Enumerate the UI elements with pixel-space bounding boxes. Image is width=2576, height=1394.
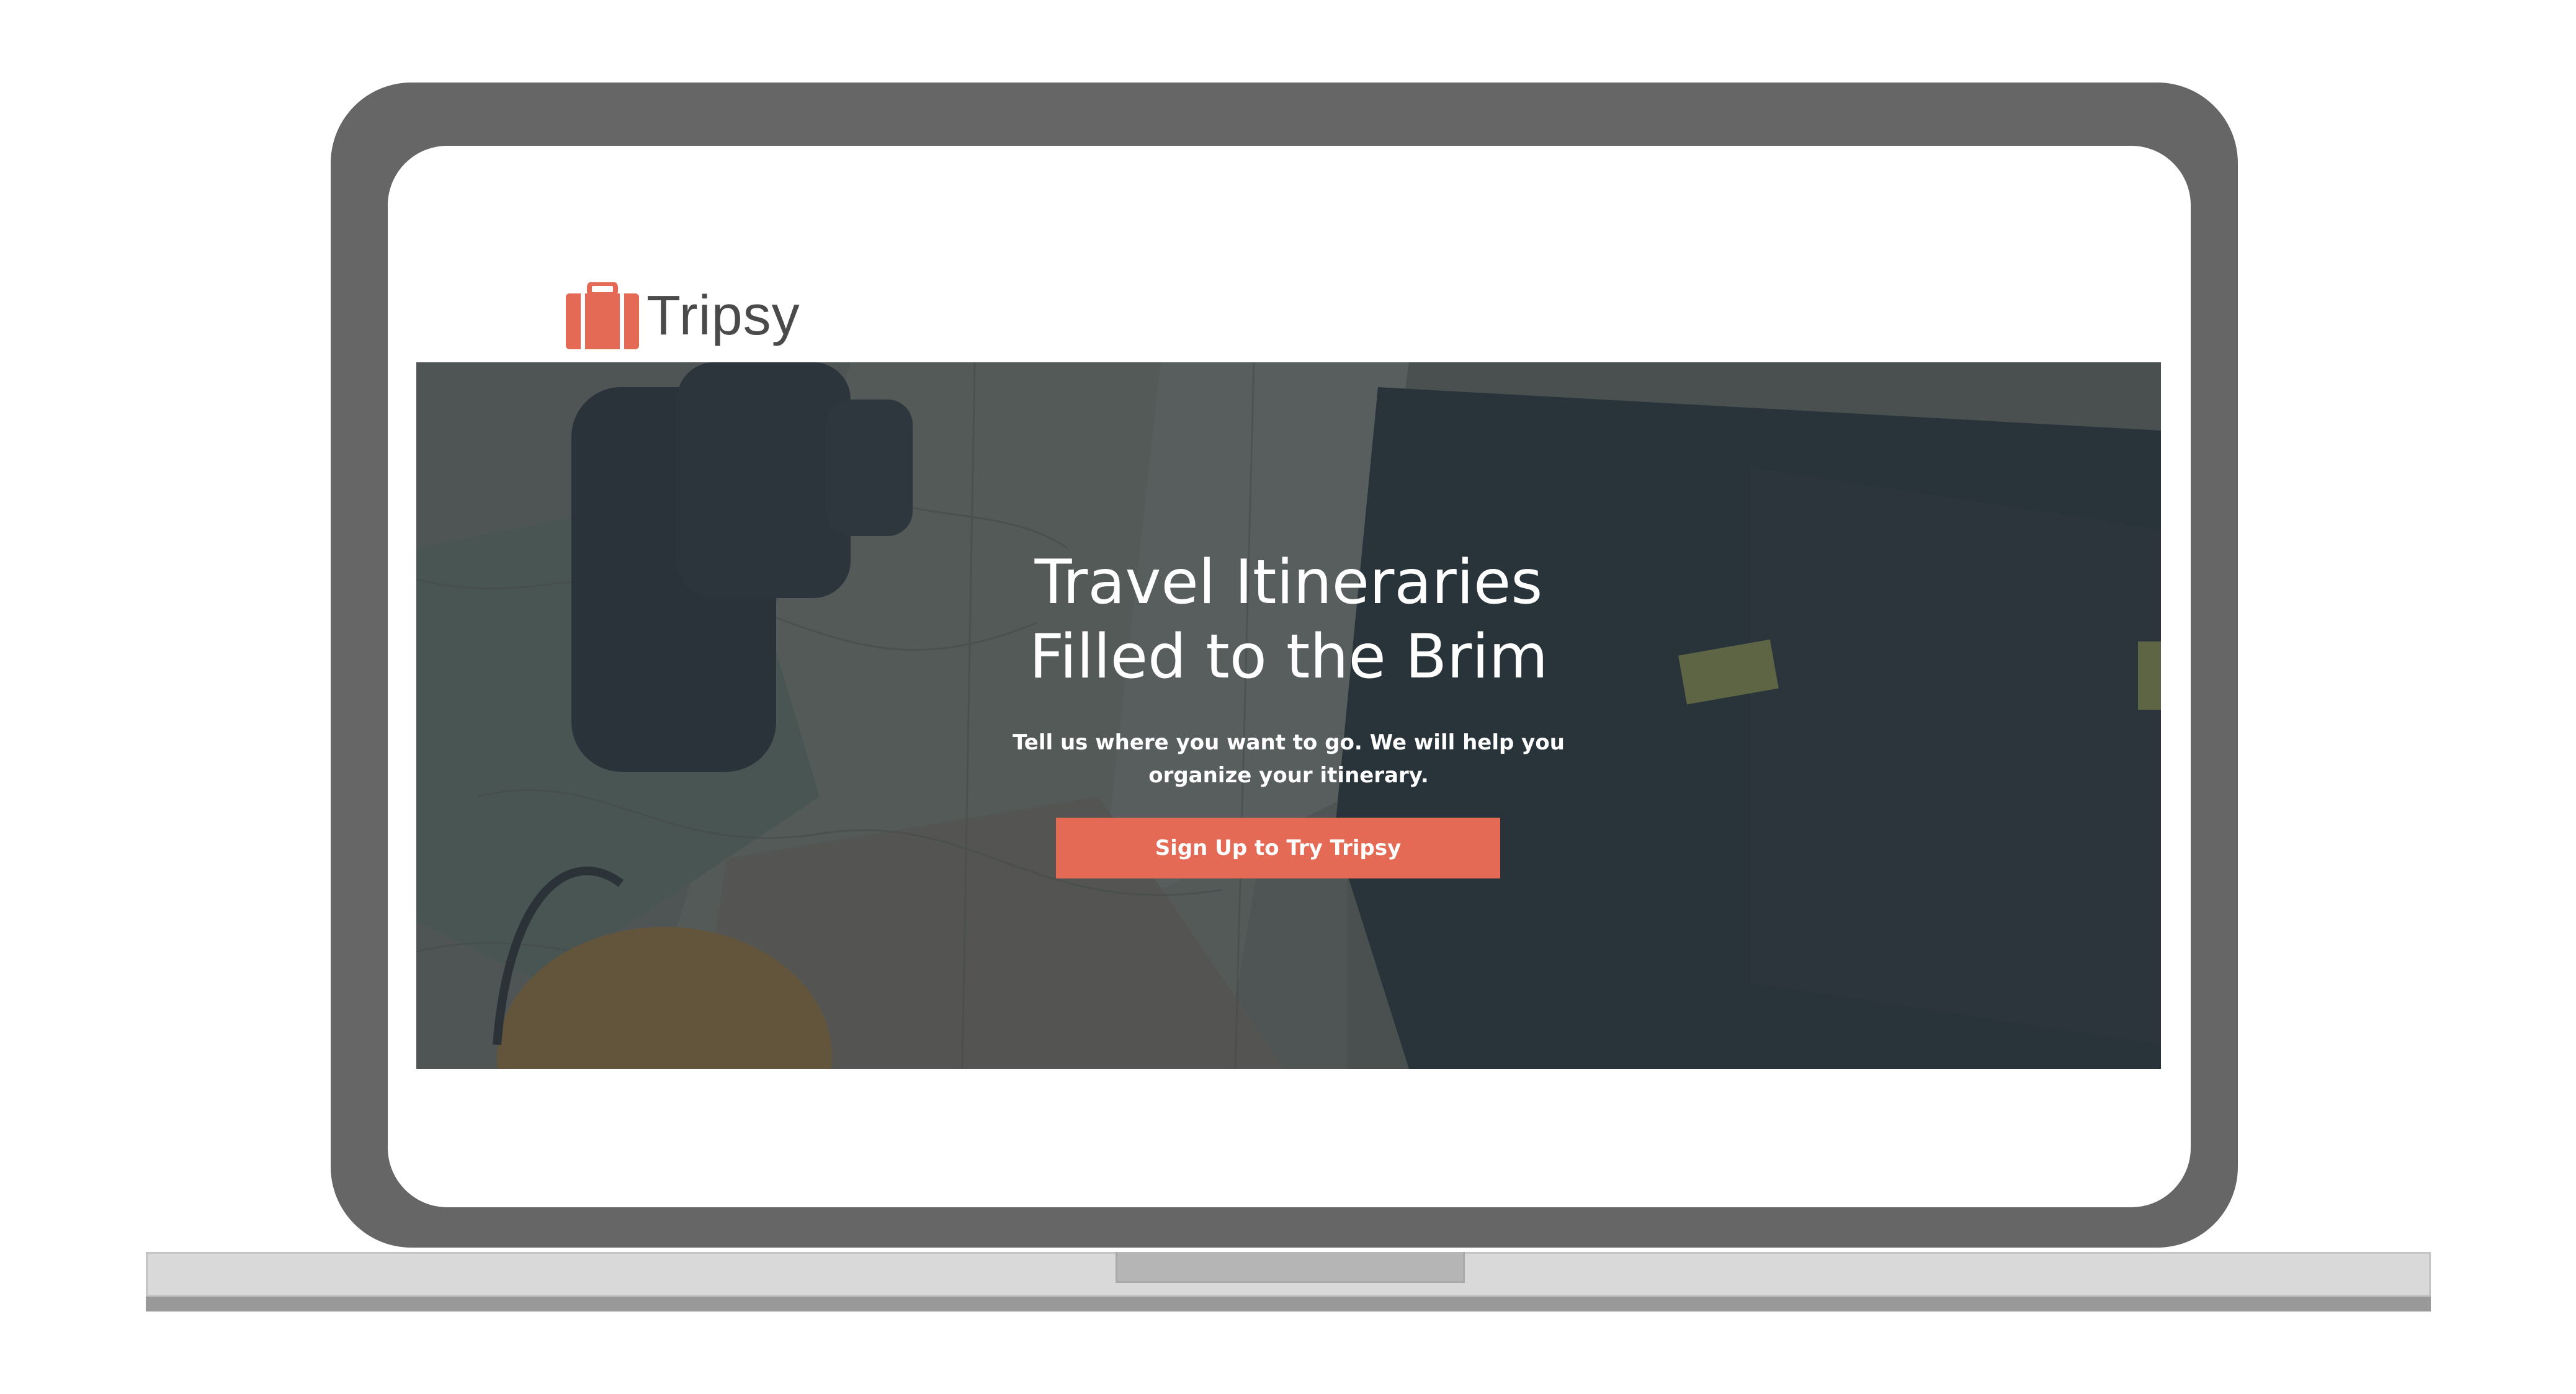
laptop-trackpad-notch bbox=[1116, 1252, 1465, 1283]
hero-title: Travel Itineraries Filled to the Brim bbox=[416, 545, 2161, 694]
mockup-canvas: Tripsy Travel Itineraries Filled to the … bbox=[0, 0, 2576, 1394]
suitcase-icon bbox=[566, 282, 639, 349]
hero-title-line-2: Filled to the Brim bbox=[1029, 622, 1549, 692]
hero-subtitle: Tell us where you want to go. We will he… bbox=[1013, 730, 1565, 788]
hero-title-line-1: Travel Itineraries bbox=[1034, 547, 1543, 618]
hero-background-image bbox=[416, 362, 2161, 1069]
site-logo[interactable]: Tripsy bbox=[566, 282, 800, 349]
brand-name: Tripsy bbox=[646, 284, 800, 347]
laptop-base-edge bbox=[146, 1297, 2431, 1311]
hero-section: Travel Itineraries Filled to the Brim Te… bbox=[416, 362, 2161, 1069]
signup-button[interactable]: Sign Up to Try Tripsy bbox=[1056, 818, 1500, 878]
